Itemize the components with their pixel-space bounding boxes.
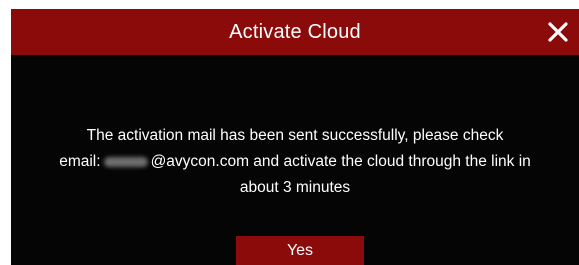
email-prefix-label: email: xyxy=(59,153,101,170)
close-button[interactable] xyxy=(541,15,575,49)
message-line-2: email: @avycon.com and activate the cloud… xyxy=(17,149,573,175)
dialog-titlebar: Activate Cloud xyxy=(11,9,579,55)
activate-cloud-dialog: Activate Cloud The activation mail has b… xyxy=(11,9,579,265)
email-domain-text: @avycon.com and activate the cloud throu… xyxy=(150,153,531,170)
dialog-message: The activation mail has been sent succes… xyxy=(17,123,573,201)
dialog-title: Activate Cloud xyxy=(229,21,361,43)
close-icon xyxy=(548,22,568,42)
screen-frame: Activate Cloud The activation mail has b… xyxy=(0,0,579,265)
message-line-3: about 3 minutes xyxy=(239,179,351,196)
yes-button[interactable]: Yes xyxy=(236,236,364,265)
message-line-1: The activation mail has been sent succes… xyxy=(86,127,504,144)
redacted-email-local-part xyxy=(103,156,148,167)
